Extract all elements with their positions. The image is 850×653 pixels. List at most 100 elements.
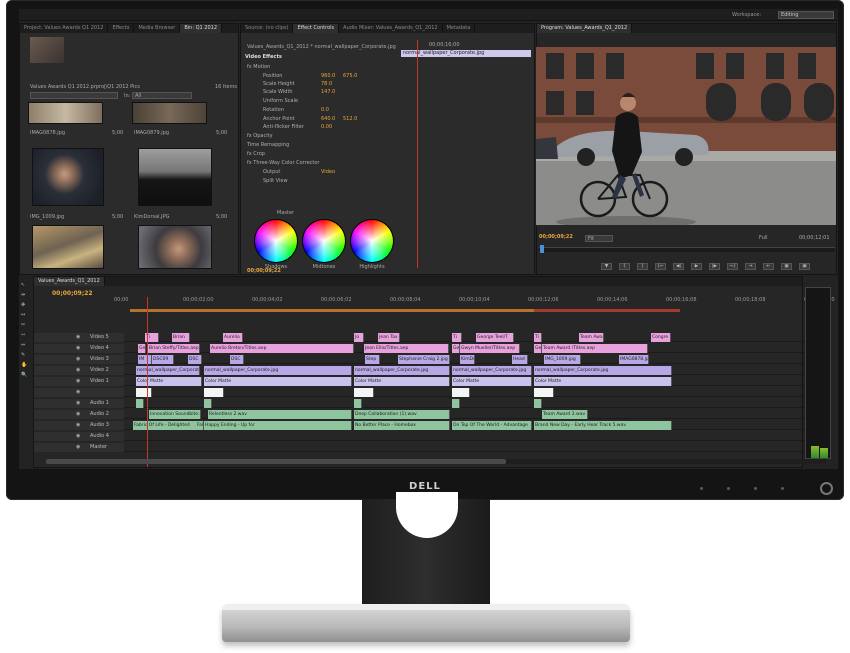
- timeline-clip[interactable]: DSC09: [152, 355, 174, 364]
- timeline-clip[interactable]: normal_wallpaper_Corporate.jpg: [354, 366, 450, 375]
- timeline-clip[interactable]: George Teel/T: [476, 333, 514, 342]
- ec-row-value2[interactable]: 512.0: [343, 116, 357, 122]
- timeline-clip[interactable]: Ti: [534, 333, 542, 342]
- ec-row[interactable]: Time Remapping: [247, 142, 327, 150]
- thumb-portrait[interactable]: [138, 225, 212, 269]
- ec-row[interactable]: fx Crop: [247, 151, 327, 159]
- track-header[interactable]: ◉ Audio 3: [34, 421, 124, 430]
- timeline-clip[interactable]: DSC: [230, 355, 244, 364]
- tool-icon[interactable]: ✥: [21, 302, 27, 308]
- track-header[interactable]: ◉ Audio 4: [34, 432, 124, 441]
- timeline-clip[interactable]: Brian: [172, 333, 190, 342]
- timeline-clip[interactable]: Gwyn Mueller/Titles.aep: [460, 344, 520, 353]
- tool-icon[interactable]: ↔: [21, 312, 27, 318]
- timeline-playhead[interactable]: [147, 297, 148, 467]
- track-header[interactable]: ◉ Video 5: [34, 333, 124, 342]
- timeline-clip[interactable]: Color Matte: [136, 377, 202, 386]
- ec-row[interactable]: Rotation 0.0: [263, 107, 343, 115]
- timeline-clip[interactable]: IMAG0878.jpg: [619, 355, 649, 364]
- timeline-clip[interactable]: Color Matte: [452, 377, 532, 386]
- highlights-wheel[interactable]: [351, 220, 393, 262]
- timeline-clip[interactable]: [354, 399, 362, 408]
- program-playhead-icon[interactable]: [540, 245, 544, 253]
- project-tab[interactable]: Bin: Q1 2012: [180, 24, 223, 33]
- track-eye-icon[interactable]: ◉: [76, 411, 80, 417]
- timeline-clip[interactable]: [204, 399, 212, 408]
- timeline-clip[interactable]: Jean Ellis/Titles.aep: [364, 344, 449, 353]
- timeline-clip[interactable]: Ge: [452, 344, 460, 353]
- power-icon[interactable]: [820, 482, 833, 495]
- timeline-clip[interactable]: normal_wallpaper_Corporate.jpg: [452, 366, 532, 375]
- project-tab[interactable]: Effects: [108, 24, 135, 33]
- ec-row[interactable]: fx Motion: [247, 64, 327, 72]
- transport-button[interactable]: ⇤: [763, 263, 774, 270]
- track-header[interactable]: ◉ Video 1: [34, 377, 124, 386]
- timeline-clip[interactable]: [534, 399, 542, 408]
- timeline-clip[interactable]: [452, 399, 460, 408]
- timeline-clip[interactable]: Color Matte: [354, 377, 450, 386]
- timeline-clip[interactable]: KimDo: [460, 355, 475, 364]
- track-eye-icon[interactable]: ◉: [76, 422, 80, 428]
- tool-icon[interactable]: 🔍: [21, 372, 27, 378]
- effect-controls-tab[interactable]: Audio Mixer: Values_Awards_Q1_2012: [339, 24, 443, 33]
- timeline-clip[interactable]: Aurelio: [223, 333, 243, 342]
- timeline-clip[interactable]: Ti: [452, 333, 462, 342]
- transport-button[interactable]: |▶: [709, 263, 720, 270]
- thumb-imag0879[interactable]: [132, 102, 207, 124]
- thumb-kimdorsal[interactable]: [138, 148, 212, 206]
- timeline-ruler[interactable]: 00;00 00;00;02;00 00;00;04;02 00;00;06;02 00…: [114, 297, 835, 307]
- timeline-clip[interactable]: [534, 388, 554, 397]
- timeline-clip[interactable]: Team Awa: [579, 333, 604, 342]
- tool-icon[interactable]: ⇹: [21, 292, 27, 298]
- timeline-clip[interactable]: [204, 388, 224, 397]
- track-header[interactable]: ◉: [34, 388, 124, 397]
- filter-select[interactable]: All: [132, 92, 192, 99]
- timeline-clip[interactable]: Color Matte: [534, 377, 672, 386]
- project-tab[interactable]: Media Browser: [134, 24, 181, 33]
- timeline-clip[interactable]: No Better Place - Homebox: [354, 421, 450, 430]
- timeline-clip[interactable]: Congre: [651, 333, 671, 342]
- ec-row-value[interactable]: 147.0: [321, 89, 343, 95]
- timeline-clip[interactable]: Relentless 2.wav: [208, 410, 352, 419]
- tool-icon[interactable]: ⇿: [21, 332, 27, 338]
- ec-clip-bar[interactable]: normal_wallpaper_Corporate.jpg: [401, 50, 531, 57]
- project-tab[interactable]: Project: Values Awards Q1 2012: [20, 24, 109, 33]
- program-timecode[interactable]: 00;00;09;22: [539, 234, 573, 240]
- transport-button[interactable]: ▼: [601, 263, 612, 270]
- timeline-clip[interactable]: Ge: [534, 344, 542, 353]
- transport-button[interactable]: }: [637, 263, 648, 270]
- ec-row-value[interactable]: 0.0: [321, 107, 343, 113]
- track-eye-icon[interactable]: ◉: [76, 356, 80, 362]
- timeline-clip[interactable]: IMG_1009.jpg: [544, 355, 581, 364]
- timeline-clip[interactable]: [136, 388, 152, 397]
- track-header[interactable]: ◉ Audio 2: [34, 410, 124, 419]
- timeline-clip[interactable]: Deep Collaboration (1).wav: [354, 410, 450, 419]
- ec-row[interactable]: Scale Height 78.0: [263, 81, 343, 89]
- timeline-clip[interactable]: Step: [365, 355, 380, 364]
- ec-row[interactable]: Anti-flicker Filter 0.00: [263, 124, 343, 132]
- program-zoom-select[interactable]: Full: [759, 235, 768, 241]
- timeline-clip[interactable]: Head: [512, 355, 528, 364]
- workspace-select[interactable]: Editing: [778, 11, 834, 19]
- timeline-clip[interactable]: On Top Of The World - Advantage: [452, 421, 532, 430]
- ec-row[interactable]: fx Opacity: [247, 133, 327, 141]
- timeline-timecode[interactable]: 00;00;09;22: [52, 290, 93, 297]
- program-scrubber[interactable]: [539, 247, 835, 252]
- effect-controls-tab[interactable]: Effect Controls: [293, 24, 340, 33]
- transport-button[interactable]: ▣: [799, 263, 810, 270]
- timeline-clip[interactable]: IM: [138, 355, 152, 364]
- track-eye-icon[interactable]: ◉: [76, 444, 80, 450]
- thumb-imag0878[interactable]: [28, 102, 103, 124]
- track-eye-icon[interactable]: ◉: [76, 334, 80, 340]
- timeline-clip[interactable]: normal_wallpaper_Corporate: [136, 366, 200, 375]
- ec-row[interactable]: Scale Width 147.0: [263, 89, 343, 97]
- timeline-clip[interactable]: normal_wallpaper_Corporate.jpg: [204, 366, 352, 375]
- transport-button[interactable]: ▣: [781, 263, 792, 270]
- ec-row-value[interactable]: 640.0: [321, 116, 343, 122]
- timeline-clip[interactable]: DSC: [188, 355, 202, 364]
- timeline-clip[interactable]: Ge: [138, 344, 146, 353]
- midtones-wheel[interactable]: [303, 220, 345, 262]
- timeline-clip[interactable]: [354, 388, 374, 397]
- transport-button[interactable]: ◀|: [673, 263, 684, 270]
- track-eye-icon[interactable]: ◉: [76, 367, 80, 373]
